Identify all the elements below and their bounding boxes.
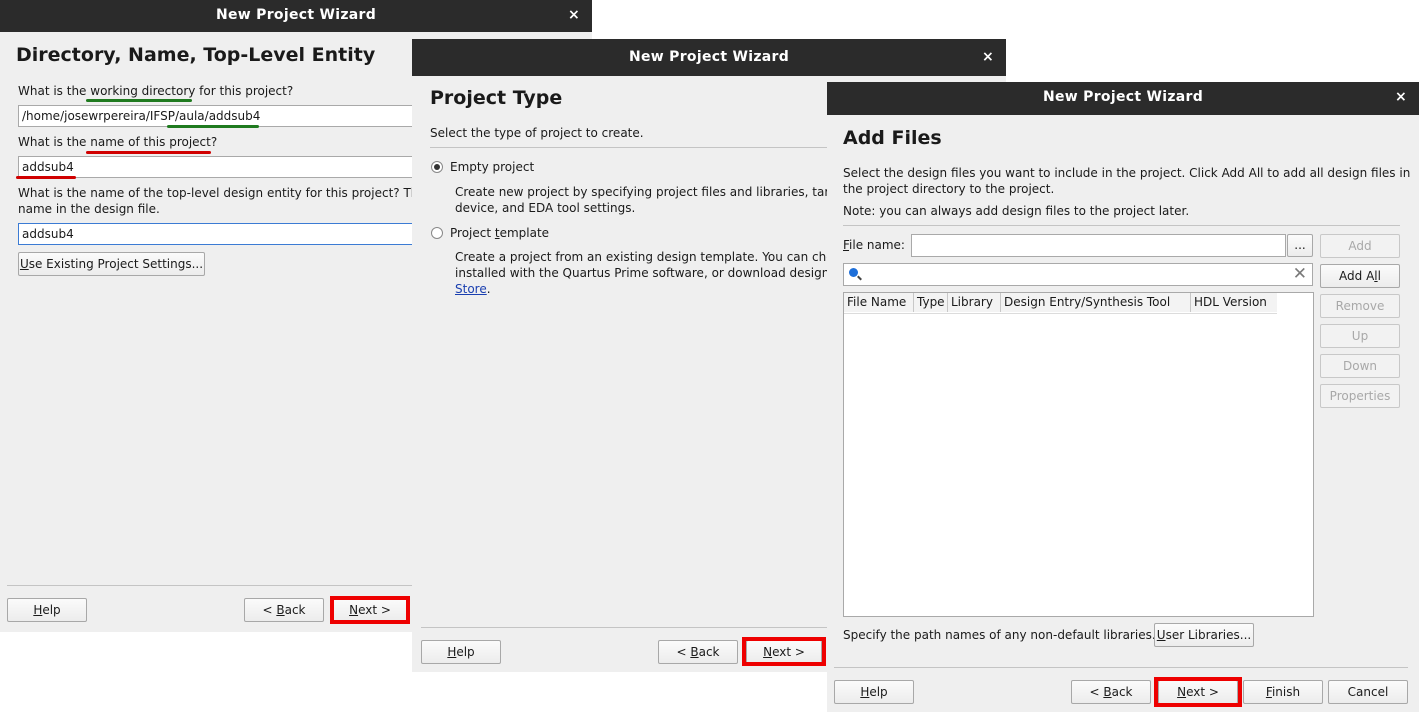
- page-subtitle: Select the type of project to create.: [430, 126, 644, 140]
- description-line1: Select the design files you want to incl…: [843, 166, 1411, 180]
- user-libraries-button[interactable]: User Libraries...: [1154, 623, 1254, 647]
- separator: [421, 627, 841, 628]
- search-handle: [857, 275, 862, 281]
- page-heading: Add Files: [843, 127, 942, 149]
- project-name-question: What is the name of this project?: [18, 135, 218, 149]
- help-button[interactable]: Help: [421, 640, 501, 664]
- properties-button[interactable]: Properties: [1320, 384, 1400, 408]
- file-name-label: File name:: [843, 238, 905, 252]
- green-underline: [86, 99, 192, 102]
- project-name-input[interactable]: addsub4: [18, 156, 438, 178]
- back-button[interactable]: < Back: [1071, 680, 1151, 704]
- title-bar[interactable]: New Project Wizard ×: [827, 82, 1419, 115]
- file-name-input[interactable]: [911, 234, 1286, 257]
- project-template-desc-line1: Create a project from an existing design…: [455, 250, 834, 264]
- back-button[interactable]: < Back: [658, 640, 738, 664]
- close-icon[interactable]: ×: [568, 0, 580, 30]
- next-button[interactable]: Next >: [746, 640, 822, 664]
- top-level-question-line1: What is the name of the top-level design…: [18, 186, 428, 200]
- next-button[interactable]: Next >: [333, 598, 407, 622]
- working-directory-question: What is the working directory for this p…: [18, 84, 294, 98]
- column-header-file-name[interactable]: File Name: [844, 293, 914, 312]
- column-header-library[interactable]: Library: [948, 293, 1001, 312]
- separator: [430, 147, 845, 148]
- project-template-radio[interactable]: [431, 227, 443, 239]
- working-directory-emphasis: working directory: [90, 84, 196, 98]
- table-header: File Name Type Library Design Entry/Synt…: [844, 293, 1277, 314]
- help-button[interactable]: Help: [834, 680, 914, 704]
- title-bar[interactable]: New Project Wizard ×: [412, 39, 1006, 76]
- window-title: New Project Wizard: [1042, 89, 1204, 105]
- top-level-question-line2: name in the design file.: [18, 202, 160, 216]
- note-text: Note: you can always add design files to…: [843, 204, 1190, 218]
- back-button[interactable]: < Back: [244, 598, 324, 622]
- down-button[interactable]: Down: [1320, 354, 1400, 378]
- column-header-type[interactable]: Type: [914, 293, 948, 312]
- empty-project-desc-line1: Create new project by specifying project…: [455, 185, 837, 199]
- use-existing-settings-button[interactable]: Use Existing Project Settings...: [18, 252, 205, 276]
- page-heading: Project Type: [430, 87, 563, 109]
- close-icon[interactable]: ×: [1395, 82, 1407, 113]
- up-button[interactable]: Up: [1320, 324, 1400, 348]
- project-template-desc-line3: Store.: [455, 282, 491, 296]
- description-line2: the project directory to the project.: [843, 182, 1055, 196]
- clear-search-icon[interactable]: ✕: [1293, 265, 1307, 283]
- window-title: New Project Wizard: [215, 7, 377, 23]
- red-underline: [86, 151, 211, 154]
- search-input[interactable]: ✕: [843, 263, 1313, 286]
- browse-button[interactable]: ...: [1287, 234, 1313, 257]
- separator: [7, 585, 427, 586]
- empty-project-desc-line2: device, and EDA tool settings.: [455, 201, 636, 215]
- store-link[interactable]: Store: [455, 282, 487, 296]
- cancel-button[interactable]: Cancel: [1328, 680, 1408, 704]
- radio-selected-dot: [434, 164, 440, 170]
- finish-button[interactable]: Finish: [1243, 680, 1323, 704]
- separator: [834, 667, 1408, 668]
- project-name-emphasis: name of this project: [90, 135, 211, 149]
- separator: [843, 225, 1400, 226]
- title-bar[interactable]: New Project Wizard ×: [0, 0, 592, 32]
- column-header-design-entry[interactable]: Design Entry/Synthesis Tool: [1001, 293, 1191, 312]
- red-underline: [16, 176, 76, 179]
- page-heading: Directory, Name, Top-Level Entity: [16, 44, 376, 66]
- project-template-desc-line2: installed with the Quartus Prime softwar…: [455, 266, 838, 280]
- empty-project-radio[interactable]: [431, 161, 443, 173]
- green-underline: [167, 125, 259, 128]
- close-icon[interactable]: ×: [982, 39, 994, 75]
- remove-button[interactable]: Remove: [1320, 294, 1400, 318]
- next-button[interactable]: Next >: [1158, 680, 1238, 704]
- wizard-window-add-files: New Project Wizard × Add Files Select th…: [827, 82, 1419, 712]
- top-level-entity-input[interactable]: addsub4: [18, 223, 438, 245]
- empty-project-label[interactable]: Empty project: [450, 160, 534, 174]
- window-title: New Project Wizard: [628, 49, 790, 65]
- working-directory-input[interactable]: /home/josewrpereira/IFSP/aula/addsub4: [18, 105, 438, 127]
- add-button[interactable]: Add: [1320, 234, 1400, 258]
- project-template-label[interactable]: Project template: [450, 226, 549, 240]
- add-all-button[interactable]: Add All: [1320, 264, 1400, 288]
- column-header-hdl-version[interactable]: HDL Version: [1191, 293, 1277, 312]
- libraries-text: Specify the path names of any non-defaul…: [843, 628, 1156, 642]
- files-table[interactable]: File Name Type Library Design Entry/Synt…: [843, 292, 1314, 617]
- help-button[interactable]: Help: [7, 598, 87, 622]
